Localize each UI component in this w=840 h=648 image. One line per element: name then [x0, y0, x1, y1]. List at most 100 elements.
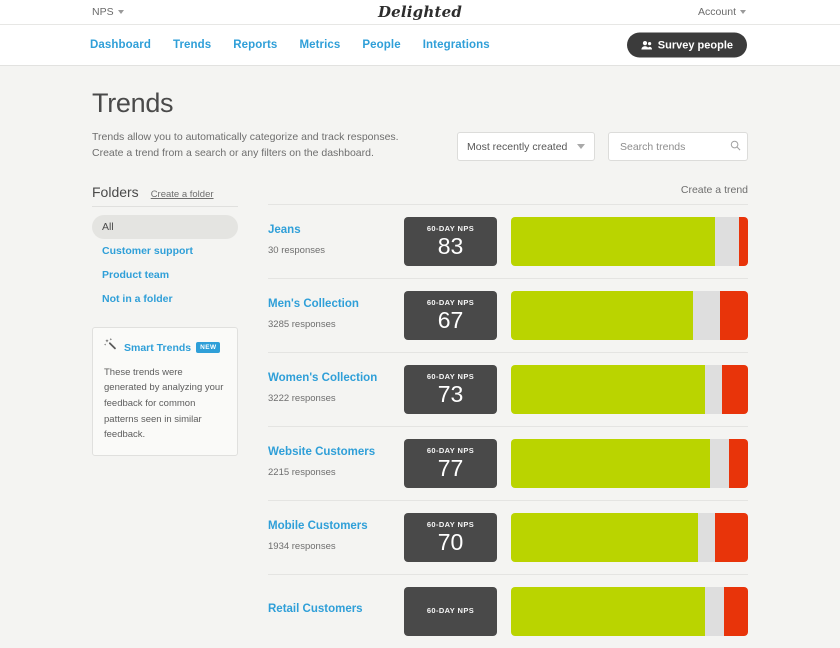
- trend-info: Women's Collection 3222 responses: [268, 372, 390, 406]
- nps-card-value: 70: [438, 530, 464, 554]
- trend-row[interactable]: Website Customers 2215 responses 60-DAY …: [268, 426, 748, 500]
- account-menu[interactable]: Account: [698, 6, 746, 18]
- promoter-segment: [511, 587, 705, 636]
- trend-name-link[interactable]: Women's Collection: [268, 372, 390, 384]
- trend-row[interactable]: Mobile Customers 1934 responses 60-DAY N…: [268, 500, 748, 574]
- page-description-line-1: Trends allow you to automatically catego…: [92, 129, 399, 145]
- trend-row[interactable]: Women's Collection 3222 responses 60-DAY…: [268, 352, 748, 426]
- trend-response-count: 2215 responses: [268, 467, 336, 478]
- nps-card-label: 60-DAY NPS: [427, 520, 474, 529]
- trend-info: Jeans 30 responses: [268, 224, 390, 258]
- trend-name-link[interactable]: Jeans: [268, 224, 390, 236]
- smart-trends-header: Smart Trends NEW: [104, 338, 226, 358]
- passive-segment: [705, 365, 722, 414]
- search-trends-box[interactable]: [608, 132, 748, 161]
- nps-score-card: 60-DAY NPS 70: [404, 513, 497, 562]
- search-input[interactable]: [618, 140, 730, 154]
- trend-name-link[interactable]: Website Customers: [268, 446, 390, 458]
- nav-item-integrations[interactable]: Integrations: [423, 39, 490, 51]
- detractor-segment: [729, 439, 748, 488]
- nps-card-label: 60-DAY NPS: [427, 372, 474, 381]
- trend-info: Retail Customers: [268, 603, 390, 619]
- nps-card-label: 60-DAY NPS: [427, 224, 474, 233]
- survey-switcher[interactable]: NPS: [92, 6, 124, 18]
- sort-select-value: Most recently created: [467, 141, 567, 153]
- chevron-down-icon: [118, 10, 124, 14]
- trend-name-link[interactable]: Retail Customers: [268, 603, 390, 615]
- detractor-segment: [724, 587, 748, 636]
- folders-sidebar: Folders Create a folder All Customer sup…: [92, 184, 238, 648]
- folder-item-not-in-a-folder[interactable]: Not in a folder: [92, 287, 238, 311]
- nps-score-card: 60-DAY NPS 83: [404, 217, 497, 266]
- sentiment-bar: [511, 291, 748, 340]
- sentiment-bar: [511, 587, 748, 636]
- passive-segment: [715, 217, 739, 266]
- chevron-down-icon: [740, 10, 746, 14]
- detractor-segment: [720, 291, 748, 340]
- folder-item-customer-support[interactable]: Customer support: [92, 239, 238, 263]
- nps-card-value: 77: [438, 456, 464, 480]
- nav-item-dashboard[interactable]: Dashboard: [90, 39, 151, 51]
- nav-item-reports[interactable]: Reports: [233, 39, 277, 51]
- magic-wand-icon: [104, 338, 119, 358]
- smart-trends-body: These trends were generated by analyzing…: [104, 365, 226, 443]
- page-description: Trends allow you to automatically catego…: [92, 129, 399, 162]
- main-nav: Dashboard Trends Reports Metrics People …: [0, 25, 840, 66]
- search-icon: [730, 140, 741, 154]
- passive-segment: [705, 587, 724, 636]
- chevron-down-icon: [577, 144, 585, 149]
- trend-row[interactable]: Retail Customers 60-DAY NPS: [268, 574, 748, 648]
- trend-name-link[interactable]: Men's Collection: [268, 298, 390, 310]
- content-columns: Folders Create a folder All Customer sup…: [92, 184, 748, 648]
- folders-header: Folders Create a folder: [92, 184, 238, 207]
- sentiment-bar: [511, 513, 748, 562]
- page-title: Trends: [92, 88, 748, 119]
- smart-trends-title[interactable]: Smart Trends: [124, 342, 191, 354]
- trend-info: Website Customers 2215 responses: [268, 446, 390, 480]
- nps-card-label: 60-DAY NPS: [427, 298, 474, 307]
- create-trend-link[interactable]: Create a trend: [681, 184, 748, 196]
- nav-item-people[interactable]: People: [362, 39, 400, 51]
- nav-item-metrics[interactable]: Metrics: [299, 39, 340, 51]
- page-container: Trends Trends allow you to automatically…: [0, 88, 840, 648]
- trend-row[interactable]: Jeans 30 responses 60-DAY NPS 83: [268, 204, 748, 278]
- passive-segment: [693, 291, 719, 340]
- trend-name-link[interactable]: Mobile Customers: [268, 520, 390, 532]
- promoter-segment: [511, 513, 698, 562]
- trend-info: Mobile Customers 1934 responses: [268, 520, 390, 554]
- folder-item-product-team[interactable]: Product team: [92, 263, 238, 287]
- promoter-segment: [511, 439, 710, 488]
- sort-select[interactable]: Most recently created: [457, 132, 595, 161]
- nav-item-trends[interactable]: Trends: [173, 39, 211, 51]
- create-folder-link[interactable]: Create a folder: [151, 189, 214, 200]
- nav-links: Dashboard Trends Reports Metrics People …: [90, 39, 490, 51]
- detractor-segment: [739, 217, 748, 266]
- trend-response-count: 3222 responses: [268, 393, 336, 404]
- sentiment-bar: [511, 217, 748, 266]
- trends-list-container: Create a trend Jeans 30 responses 60-DAY…: [268, 184, 748, 648]
- nps-card-label: 60-DAY NPS: [427, 446, 474, 455]
- trend-response-count: 30 responses: [268, 245, 325, 256]
- new-badge: NEW: [196, 342, 220, 353]
- passive-segment: [698, 513, 715, 562]
- passive-segment: [710, 439, 729, 488]
- nps-score-card: 60-DAY NPS: [404, 587, 497, 636]
- nps-card-value: 67: [438, 308, 464, 332]
- trends-list-header: Create a trend: [268, 184, 748, 204]
- survey-people-button-label: Survey people: [658, 39, 733, 51]
- folder-list: All Customer support Product team Not in…: [92, 215, 238, 311]
- trend-row[interactable]: Men's Collection 3285 responses 60-DAY N…: [268, 278, 748, 352]
- account-menu-label: Account: [698, 6, 736, 18]
- nps-card-value: 83: [438, 234, 464, 258]
- trend-response-count: 1934 responses: [268, 541, 336, 552]
- sentiment-bar: [511, 365, 748, 414]
- nps-score-card: 60-DAY NPS 73: [404, 365, 497, 414]
- trend-response-count: 3285 responses: [268, 319, 336, 330]
- folder-item-all[interactable]: All: [92, 215, 238, 239]
- nps-card-value: 73: [438, 382, 464, 406]
- promoter-segment: [511, 365, 705, 414]
- list-controls: Most recently created: [457, 132, 748, 161]
- top-bar: NPS Delighted Account: [0, 0, 840, 25]
- survey-people-button[interactable]: Survey people: [627, 33, 747, 58]
- detractor-segment: [722, 365, 748, 414]
